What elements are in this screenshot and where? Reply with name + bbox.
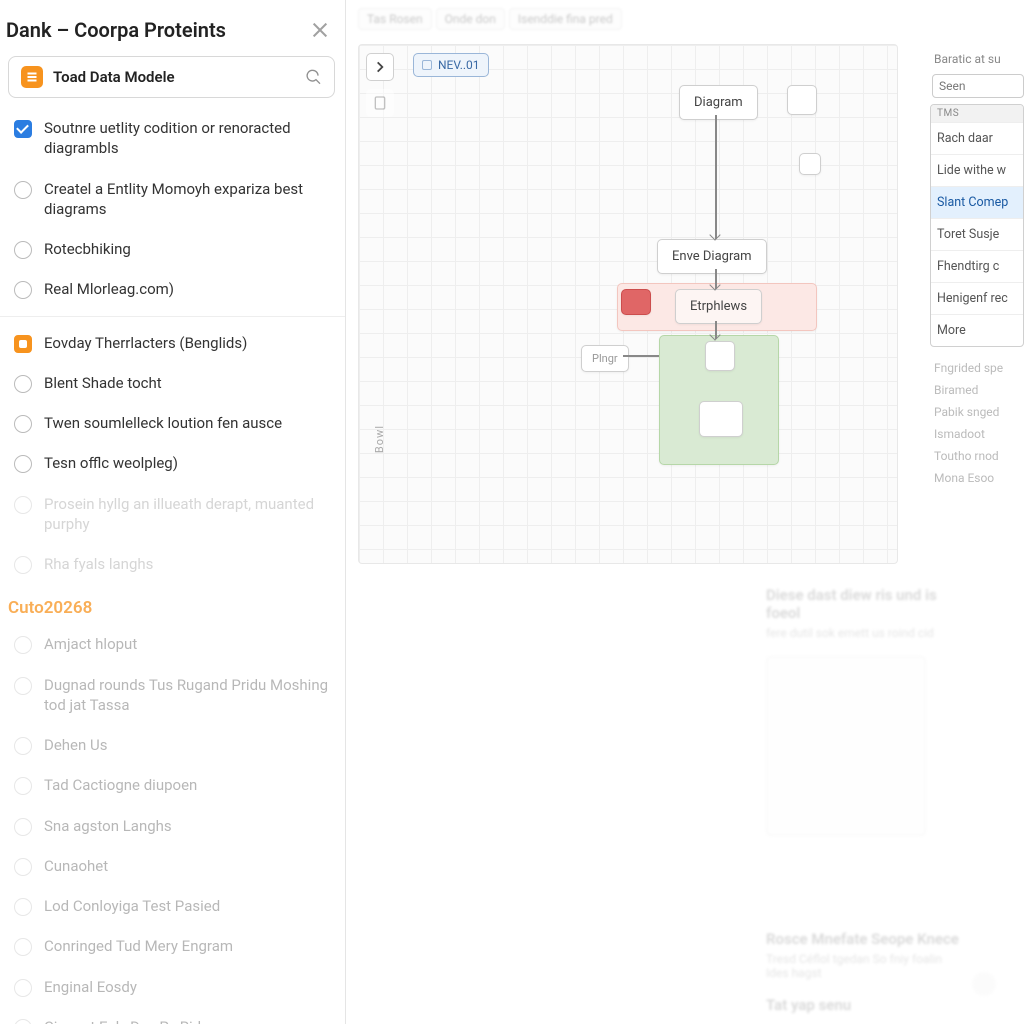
- option-row[interactable]: Henigenf rec: [931, 282, 1023, 314]
- task-list: Soutnre uetlity codition or renoracted d…: [0, 108, 345, 1024]
- main-area: Tas Rosen Onde don Isenddie fina pred NE…: [346, 0, 1024, 1024]
- meta-text: Biramed: [934, 383, 1024, 397]
- radio-icon[interactable]: [14, 181, 32, 199]
- radio-icon[interactable]: [14, 415, 32, 433]
- list-item[interactable]: Dehen Us: [0, 725, 345, 765]
- list-item[interactable]: Rotecbhiking: [0, 229, 345, 269]
- diagram-node-aux[interactable]: [699, 401, 743, 437]
- option-row[interactable]: Lide withe w: [931, 154, 1023, 186]
- list-item[interactable]: Twen soumlelleck loution fen ausce: [0, 403, 345, 443]
- meta-text: Toutho rnod: [934, 449, 1024, 463]
- search-icon[interactable]: [306, 69, 322, 85]
- sidebar: Dank – Coorpa Proteints Toad Data Modele…: [0, 0, 346, 1024]
- option-row[interactable]: More: [931, 314, 1023, 346]
- search-label: Toad Data Modele: [53, 68, 296, 86]
- radio-icon: [14, 1019, 32, 1024]
- list-item[interactable]: Createl a Entlity Momoyh expariza best d…: [0, 169, 345, 230]
- list-item[interactable]: Enginal Eosdy: [0, 967, 345, 1007]
- list-item[interactable]: Prosein hyllg an illueath derapt, muante…: [0, 484, 345, 545]
- group-icon: [14, 335, 32, 353]
- list-item[interactable]: Amjact hloput: [0, 624, 345, 664]
- clipboard-tool-icon[interactable]: [366, 89, 394, 117]
- diagram-node-aux[interactable]: [787, 85, 817, 115]
- radio-icon: [14, 818, 32, 836]
- list-item[interactable]: Tesn offlc weolpleg): [0, 443, 345, 483]
- close-icon[interactable]: [311, 21, 329, 39]
- radio-icon: [14, 556, 32, 574]
- radio-icon[interactable]: [14, 241, 32, 259]
- radio-icon: [14, 636, 32, 654]
- section-header: Cuto20268: [0, 584, 345, 624]
- radio-icon: [14, 737, 32, 755]
- meta-text: Fngrided spe: [934, 361, 1024, 375]
- diagram-canvas[interactable]: NEV..01 Diagram Enve Diagram Etrphlews P…: [358, 44, 898, 564]
- radio-icon: [14, 677, 32, 695]
- radio-icon: [14, 938, 32, 956]
- diagram-node[interactable]: Plngr: [581, 345, 629, 372]
- list-item[interactable]: Cunaohet: [0, 846, 345, 886]
- right-panel: Baratic at su Seen TMS Rach daarLide wit…: [930, 50, 1024, 485]
- tab-bar: Tas Rosen Onde don Isenddie fina pred: [358, 6, 1012, 32]
- list-item[interactable]: Soutnre uetlity codition or renoracted d…: [0, 108, 345, 169]
- meta-text: Mona Esoo: [934, 471, 1024, 485]
- list-item[interactable]: Lod Conloyiga Test Pasied: [0, 886, 345, 926]
- option-row[interactable]: Fhendtirg c: [931, 250, 1023, 282]
- diagram-node[interactable]: Enve Diagram: [657, 239, 767, 274]
- diagram-node-aux[interactable]: [621, 289, 651, 315]
- list-item[interactable]: Dugnad rounds Tus Rugand Pridu Moshing t…: [0, 665, 345, 726]
- option-row[interactable]: Rach daar: [931, 122, 1023, 154]
- diagram-node-aux[interactable]: [799, 153, 821, 175]
- tab[interactable]: Tas Rosen: [358, 8, 432, 30]
- expand-tool-icon[interactable]: [366, 53, 394, 81]
- radio-icon: [14, 858, 32, 876]
- panel-heading: Baratic at su: [930, 50, 1024, 74]
- meta-text: Ismadoot: [934, 427, 1024, 441]
- radio-icon: [14, 898, 32, 916]
- radio-icon: [14, 496, 32, 514]
- option-row[interactable]: Slant Comep: [931, 186, 1023, 218]
- list-item[interactable]: Tad Cactiogne diupoen: [0, 765, 345, 805]
- app-icon: [21, 66, 43, 88]
- radio-icon: [14, 979, 32, 997]
- radio-icon[interactable]: [14, 281, 32, 299]
- meta-text: Pabik snged: [934, 405, 1024, 419]
- list-group-header[interactable]: Eovday Therrlacters (Benglids): [0, 323, 345, 363]
- list-item[interactable]: Real Mlorleag.com): [0, 269, 345, 309]
- list-item[interactable]: Rha fyals langhs: [0, 544, 345, 584]
- radio-icon[interactable]: [14, 375, 32, 393]
- filter-input[interactable]: Seen: [932, 74, 1024, 98]
- diagram-node[interactable]: Diagram: [679, 85, 758, 120]
- axis-label: Bowl: [373, 425, 386, 453]
- panel-title: Dank – Coorpa Proteints: [6, 18, 226, 42]
- list-item[interactable]: Cinguet Euly Dov Py Ridy: [0, 1007, 345, 1024]
- list-item[interactable]: Conringed Tud Mery Engram: [0, 926, 345, 966]
- options-list: TMS Rach daarLide withe wSlant ComepTore…: [930, 104, 1024, 347]
- list-item[interactable]: Sna agston Langhs: [0, 806, 345, 846]
- tab[interactable]: Onde don: [436, 8, 505, 30]
- file-chip[interactable]: NEV..01: [413, 53, 489, 77]
- checkbox-icon[interactable]: [14, 120, 32, 138]
- below-fold-preview: Diese dast diew ris und is foeol fere du…: [706, 576, 1024, 1024]
- radio-icon[interactable]: [14, 455, 32, 473]
- option-row[interactable]: Toret Susje: [931, 218, 1023, 250]
- diagram-node[interactable]: Etrphlews: [675, 289, 762, 324]
- diagram-node-aux[interactable]: [705, 341, 735, 371]
- tab[interactable]: Isenddie fina pred: [509, 8, 622, 30]
- search-input[interactable]: Toad Data Modele: [8, 56, 335, 98]
- radio-icon: [14, 777, 32, 795]
- list-item[interactable]: Blent Shade tocht: [0, 363, 345, 403]
